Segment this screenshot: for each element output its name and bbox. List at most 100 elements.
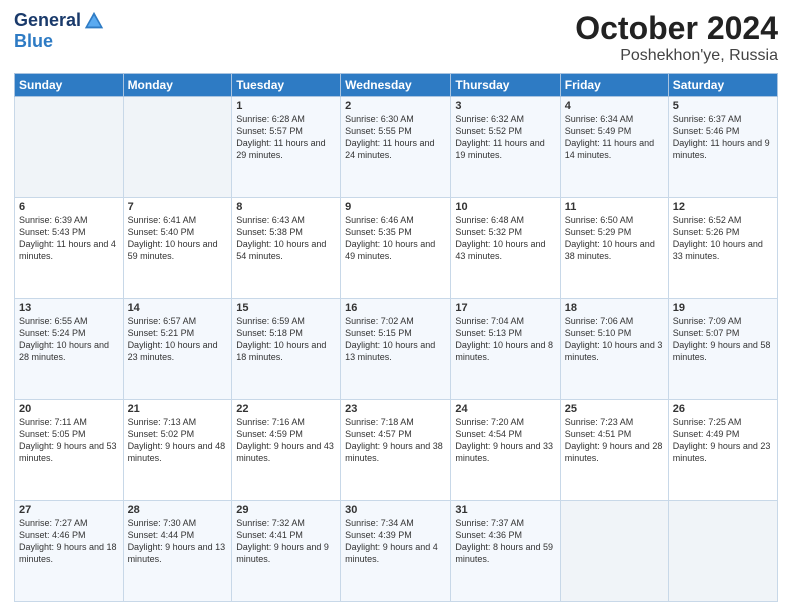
calendar-cell: 1Sunrise: 6:28 AM Sunset: 5:57 PM Daylig… bbox=[232, 97, 341, 198]
cell-info: Sunrise: 6:39 AM Sunset: 5:43 PM Dayligh… bbox=[19, 214, 119, 263]
day-number: 15 bbox=[236, 302, 336, 314]
cell-info: Sunrise: 6:46 AM Sunset: 5:35 PM Dayligh… bbox=[345, 214, 446, 263]
cell-info: Sunrise: 6:28 AM Sunset: 5:57 PM Dayligh… bbox=[236, 113, 336, 162]
calendar-cell: 14Sunrise: 6:57 AM Sunset: 5:21 PM Dayli… bbox=[123, 299, 232, 400]
calendar-week-row: 13Sunrise: 6:55 AM Sunset: 5:24 PM Dayli… bbox=[15, 299, 778, 400]
day-number: 29 bbox=[236, 504, 336, 516]
day-number: 23 bbox=[345, 403, 446, 415]
calendar-cell: 23Sunrise: 7:18 AM Sunset: 4:57 PM Dayli… bbox=[341, 400, 451, 501]
calendar-cell: 7Sunrise: 6:41 AM Sunset: 5:40 PM Daylig… bbox=[123, 198, 232, 299]
cell-info: Sunrise: 6:50 AM Sunset: 5:29 PM Dayligh… bbox=[565, 214, 664, 263]
cell-info: Sunrise: 7:18 AM Sunset: 4:57 PM Dayligh… bbox=[345, 416, 446, 465]
day-number: 8 bbox=[236, 201, 336, 213]
page-title: October 2024 bbox=[575, 10, 778, 47]
title-area: October 2024 Poshekhon'ye, Russia bbox=[575, 10, 778, 65]
weekday-header: Tuesday bbox=[232, 74, 341, 97]
cell-info: Sunrise: 7:06 AM Sunset: 5:10 PM Dayligh… bbox=[565, 315, 664, 364]
cell-info: Sunrise: 7:09 AM Sunset: 5:07 PM Dayligh… bbox=[673, 315, 773, 364]
day-number: 28 bbox=[128, 504, 228, 516]
day-number: 3 bbox=[455, 100, 555, 112]
cell-info: Sunrise: 6:34 AM Sunset: 5:49 PM Dayligh… bbox=[565, 113, 664, 162]
day-number: 18 bbox=[565, 302, 664, 314]
day-number: 22 bbox=[236, 403, 336, 415]
calendar-cell bbox=[15, 97, 124, 198]
cell-info: Sunrise: 7:27 AM Sunset: 4:46 PM Dayligh… bbox=[19, 517, 119, 566]
cell-info: Sunrise: 7:25 AM Sunset: 4:49 PM Dayligh… bbox=[673, 416, 773, 465]
page-subtitle: Poshekhon'ye, Russia bbox=[575, 47, 778, 65]
calendar-week-row: 27Sunrise: 7:27 AM Sunset: 4:46 PM Dayli… bbox=[15, 501, 778, 602]
weekday-header: Friday bbox=[560, 74, 668, 97]
header: General Blue October 2024 Poshekhon'ye, … bbox=[14, 10, 778, 65]
calendar-cell: 9Sunrise: 6:46 AM Sunset: 5:35 PM Daylig… bbox=[341, 198, 451, 299]
calendar-cell: 2Sunrise: 6:30 AM Sunset: 5:55 PM Daylig… bbox=[341, 97, 451, 198]
calendar-table: SundayMondayTuesdayWednesdayThursdayFrid… bbox=[14, 73, 778, 602]
cell-info: Sunrise: 7:37 AM Sunset: 4:36 PM Dayligh… bbox=[455, 517, 555, 566]
calendar-cell: 19Sunrise: 7:09 AM Sunset: 5:07 PM Dayli… bbox=[668, 299, 777, 400]
calendar-cell: 11Sunrise: 6:50 AM Sunset: 5:29 PM Dayli… bbox=[560, 198, 668, 299]
calendar-cell: 24Sunrise: 7:20 AM Sunset: 4:54 PM Dayli… bbox=[451, 400, 560, 501]
cell-info: Sunrise: 7:30 AM Sunset: 4:44 PM Dayligh… bbox=[128, 517, 228, 566]
cell-info: Sunrise: 6:52 AM Sunset: 5:26 PM Dayligh… bbox=[673, 214, 773, 263]
day-number: 10 bbox=[455, 201, 555, 213]
calendar-cell: 25Sunrise: 7:23 AM Sunset: 4:51 PM Dayli… bbox=[560, 400, 668, 501]
calendar-cell: 3Sunrise: 6:32 AM Sunset: 5:52 PM Daylig… bbox=[451, 97, 560, 198]
calendar-cell: 10Sunrise: 6:48 AM Sunset: 5:32 PM Dayli… bbox=[451, 198, 560, 299]
calendar-cell: 6Sunrise: 6:39 AM Sunset: 5:43 PM Daylig… bbox=[15, 198, 124, 299]
weekday-header: Monday bbox=[123, 74, 232, 97]
calendar-cell: 21Sunrise: 7:13 AM Sunset: 5:02 PM Dayli… bbox=[123, 400, 232, 501]
calendar-cell: 30Sunrise: 7:34 AM Sunset: 4:39 PM Dayli… bbox=[341, 501, 451, 602]
day-number: 5 bbox=[673, 100, 773, 112]
cell-info: Sunrise: 6:30 AM Sunset: 5:55 PM Dayligh… bbox=[345, 113, 446, 162]
weekday-header: Saturday bbox=[668, 74, 777, 97]
cell-info: Sunrise: 7:11 AM Sunset: 5:05 PM Dayligh… bbox=[19, 416, 119, 465]
day-number: 9 bbox=[345, 201, 446, 213]
calendar-cell: 22Sunrise: 7:16 AM Sunset: 4:59 PM Dayli… bbox=[232, 400, 341, 501]
cell-info: Sunrise: 7:20 AM Sunset: 4:54 PM Dayligh… bbox=[455, 416, 555, 465]
calendar-cell: 8Sunrise: 6:43 AM Sunset: 5:38 PM Daylig… bbox=[232, 198, 341, 299]
day-number: 31 bbox=[455, 504, 555, 516]
weekday-header: Wednesday bbox=[341, 74, 451, 97]
day-number: 24 bbox=[455, 403, 555, 415]
calendar-cell: 31Sunrise: 7:37 AM Sunset: 4:36 PM Dayli… bbox=[451, 501, 560, 602]
day-number: 1 bbox=[236, 100, 336, 112]
cell-info: Sunrise: 6:48 AM Sunset: 5:32 PM Dayligh… bbox=[455, 214, 555, 263]
cell-info: Sunrise: 6:32 AM Sunset: 5:52 PM Dayligh… bbox=[455, 113, 555, 162]
day-number: 30 bbox=[345, 504, 446, 516]
cell-info: Sunrise: 7:02 AM Sunset: 5:15 PM Dayligh… bbox=[345, 315, 446, 364]
cell-info: Sunrise: 6:37 AM Sunset: 5:46 PM Dayligh… bbox=[673, 113, 773, 162]
day-number: 14 bbox=[128, 302, 228, 314]
calendar-week-row: 6Sunrise: 6:39 AM Sunset: 5:43 PM Daylig… bbox=[15, 198, 778, 299]
logo-icon bbox=[83, 10, 105, 32]
logo-general-text: General bbox=[14, 11, 81, 31]
calendar-cell: 17Sunrise: 7:04 AM Sunset: 5:13 PM Dayli… bbox=[451, 299, 560, 400]
weekday-row: SundayMondayTuesdayWednesdayThursdayFrid… bbox=[15, 74, 778, 97]
day-number: 7 bbox=[128, 201, 228, 213]
calendar-cell: 20Sunrise: 7:11 AM Sunset: 5:05 PM Dayli… bbox=[15, 400, 124, 501]
calendar-body: 1Sunrise: 6:28 AM Sunset: 5:57 PM Daylig… bbox=[15, 97, 778, 602]
calendar-cell: 26Sunrise: 7:25 AM Sunset: 4:49 PM Dayli… bbox=[668, 400, 777, 501]
day-number: 19 bbox=[673, 302, 773, 314]
calendar-cell: 5Sunrise: 6:37 AM Sunset: 5:46 PM Daylig… bbox=[668, 97, 777, 198]
calendar-cell: 15Sunrise: 6:59 AM Sunset: 5:18 PM Dayli… bbox=[232, 299, 341, 400]
day-number: 26 bbox=[673, 403, 773, 415]
page: General Blue October 2024 Poshekhon'ye, … bbox=[0, 0, 792, 612]
day-number: 17 bbox=[455, 302, 555, 314]
calendar-cell: 13Sunrise: 6:55 AM Sunset: 5:24 PM Dayli… bbox=[15, 299, 124, 400]
day-number: 12 bbox=[673, 201, 773, 213]
cell-info: Sunrise: 7:16 AM Sunset: 4:59 PM Dayligh… bbox=[236, 416, 336, 465]
calendar-cell: 16Sunrise: 7:02 AM Sunset: 5:15 PM Dayli… bbox=[341, 299, 451, 400]
calendar-cell bbox=[668, 501, 777, 602]
cell-info: Sunrise: 7:32 AM Sunset: 4:41 PM Dayligh… bbox=[236, 517, 336, 566]
day-number: 20 bbox=[19, 403, 119, 415]
logo-blue-text: Blue bbox=[14, 32, 53, 52]
calendar-cell: 12Sunrise: 6:52 AM Sunset: 5:26 PM Dayli… bbox=[668, 198, 777, 299]
cell-info: Sunrise: 7:34 AM Sunset: 4:39 PM Dayligh… bbox=[345, 517, 446, 566]
cell-info: Sunrise: 6:43 AM Sunset: 5:38 PM Dayligh… bbox=[236, 214, 336, 263]
calendar-header: SundayMondayTuesdayWednesdayThursdayFrid… bbox=[15, 74, 778, 97]
day-number: 25 bbox=[565, 403, 664, 415]
calendar-cell: 28Sunrise: 7:30 AM Sunset: 4:44 PM Dayli… bbox=[123, 501, 232, 602]
cell-info: Sunrise: 6:55 AM Sunset: 5:24 PM Dayligh… bbox=[19, 315, 119, 364]
calendar-week-row: 1Sunrise: 6:28 AM Sunset: 5:57 PM Daylig… bbox=[15, 97, 778, 198]
day-number: 13 bbox=[19, 302, 119, 314]
day-number: 21 bbox=[128, 403, 228, 415]
